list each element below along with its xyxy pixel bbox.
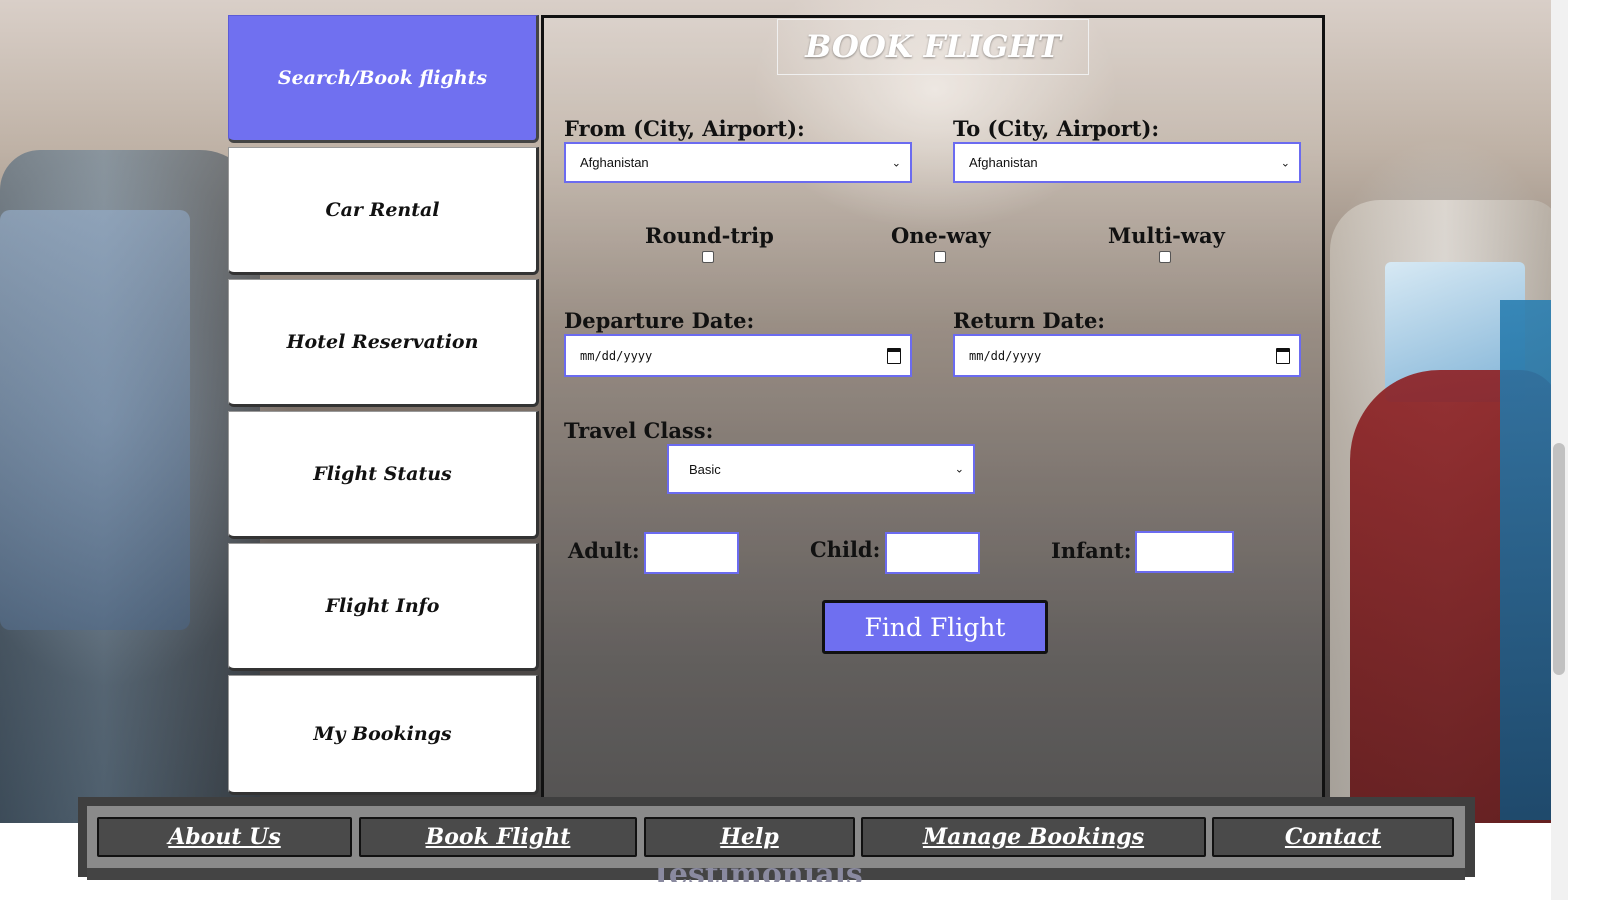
multi-way-checkbox[interactable] bbox=[1159, 251, 1171, 263]
sidebar-item-label: Flight Info bbox=[325, 595, 440, 617]
infant-input[interactable] bbox=[1135, 531, 1234, 573]
find-flight-button[interactable]: Find Flight bbox=[822, 600, 1048, 654]
sidebar-item-car-rental[interactable]: Car Rental bbox=[228, 147, 539, 275]
round-trip-label: Round-trip bbox=[645, 223, 774, 248]
child-label: Child: bbox=[810, 537, 881, 562]
bg-screen-left bbox=[0, 210, 190, 630]
return-date-input[interactable]: mm/dd/yyyy bbox=[953, 334, 1301, 377]
sidebar-item-label: Search/Book flights bbox=[277, 67, 488, 89]
one-way-checkbox[interactable] bbox=[934, 251, 946, 263]
sidebar-item-flight-info[interactable]: Flight Info bbox=[228, 543, 539, 671]
adult-label: Adult: bbox=[568, 538, 640, 563]
one-way-label: One-way bbox=[891, 223, 991, 248]
sidebar-item-label: Hotel Reservation bbox=[286, 331, 479, 353]
multi-way-label: Multi-way bbox=[1108, 223, 1225, 248]
sidebar-item-flight-status[interactable]: Flight Status bbox=[228, 411, 539, 539]
to-select-value: Afghanistan bbox=[969, 155, 1038, 170]
calendar-icon[interactable] bbox=[1276, 347, 1290, 364]
travel-class-select[interactable]: Basic ⌄ bbox=[667, 444, 975, 494]
travel-class-label: Travel Class: bbox=[564, 418, 714, 443]
calendar-icon[interactable] bbox=[887, 347, 901, 364]
bg-passenger-blue bbox=[1500, 300, 1551, 820]
to-label: To (City, Airport): bbox=[953, 116, 1160, 141]
child-input[interactable] bbox=[885, 532, 980, 574]
to-select[interactable]: Afghanistan ⌄ bbox=[953, 142, 1301, 183]
sidebar-nav: Search/Book flights Car Rental Hotel Res… bbox=[228, 15, 541, 799]
sidebar-item-label: My Bookings bbox=[313, 723, 452, 745]
travel-class-value: Basic bbox=[689, 461, 721, 477]
sidebar-item-my-bookings[interactable]: My Bookings bbox=[228, 675, 539, 795]
departure-date-label: Departure Date: bbox=[564, 308, 755, 333]
sidebar-item-label: Car Rental bbox=[325, 199, 440, 221]
departure-date-placeholder: mm/dd/yyyy bbox=[580, 348, 653, 363]
from-select-value: Afghanistan bbox=[580, 155, 649, 170]
page-title: BOOK FLIGHT bbox=[777, 19, 1089, 75]
sidebar-item-label: Flight Status bbox=[313, 463, 452, 485]
sidebar-item-search-book-flights[interactable]: Search/Book flights bbox=[228, 15, 539, 143]
footer-link-about-us[interactable]: About Us bbox=[97, 817, 352, 857]
from-label: From (City, Airport): bbox=[564, 116, 805, 141]
testimonials-heading-partial: Testimonials bbox=[650, 868, 910, 882]
footer-link-manage-bookings[interactable]: Manage Bookings bbox=[861, 817, 1206, 857]
from-select[interactable]: Afghanistan ⌄ bbox=[564, 142, 912, 183]
return-date-placeholder: mm/dd/yyyy bbox=[969, 348, 1042, 363]
scrollbar-thumb[interactable] bbox=[1553, 443, 1565, 675]
booking-panel: BOOK FLIGHT From (City, Airport): Afghan… bbox=[541, 15, 1325, 805]
return-date-label: Return Date: bbox=[953, 308, 1106, 333]
footer-link-contact[interactable]: Contact bbox=[1212, 817, 1454, 857]
chevron-down-icon: ⌄ bbox=[891, 157, 901, 169]
chevron-down-icon: ⌄ bbox=[1280, 157, 1290, 169]
adult-input[interactable] bbox=[644, 532, 739, 574]
footer-link-help[interactable]: Help bbox=[644, 817, 855, 857]
departure-date-input[interactable]: mm/dd/yyyy bbox=[564, 334, 912, 377]
round-trip-checkbox[interactable] bbox=[702, 251, 714, 263]
chevron-down-icon: ⌄ bbox=[954, 463, 964, 476]
footer-link-book-flight[interactable]: Book Flight bbox=[359, 817, 637, 857]
infant-label: Infant: bbox=[1051, 538, 1132, 563]
sidebar-item-hotel-reservation[interactable]: Hotel Reservation bbox=[228, 279, 539, 407]
